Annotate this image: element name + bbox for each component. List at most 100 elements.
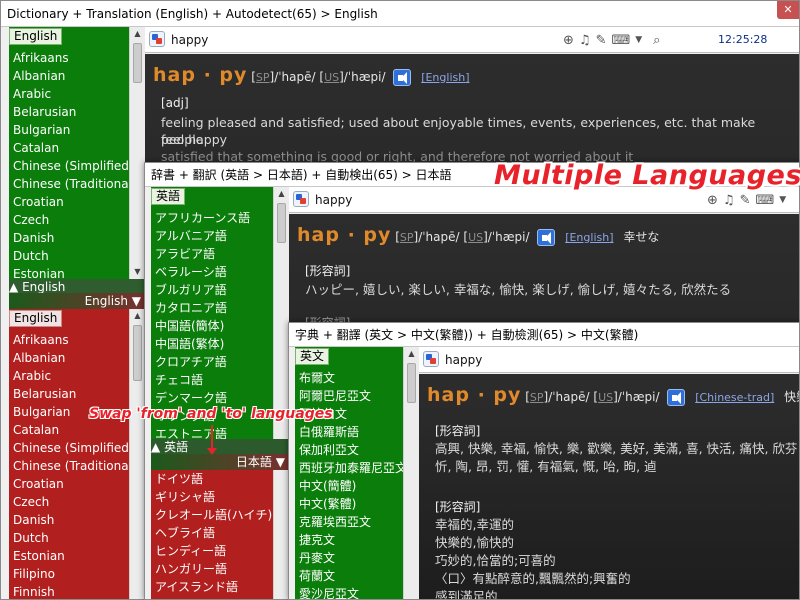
language-item[interactable]: クレオール語(ハイチ) xyxy=(151,506,275,524)
scroll-thumb[interactable] xyxy=(133,325,142,381)
language-item[interactable]: ドイツ語 xyxy=(151,470,275,488)
language-item[interactable]: アラビア語 xyxy=(151,245,275,263)
collapse-arrow-icon[interactable]: ▲ xyxy=(9,280,18,294)
language-item[interactable]: Croatian xyxy=(9,193,129,211)
language-item[interactable]: Afrikaans xyxy=(9,331,129,349)
to-language-divider[interactable]: 日本語 ▼ xyxy=(151,454,289,470)
language-item[interactable]: Arabic xyxy=(9,85,129,103)
language-item[interactable]: Czech xyxy=(9,211,129,229)
language-item[interactable]: 中国語(簡体) xyxy=(151,317,275,335)
language-item[interactable]: Chinese (Traditional) xyxy=(9,457,129,475)
language-item[interactable]: ヘブライ語 xyxy=(151,524,275,542)
to-language-divider[interactable]: English ▼ xyxy=(9,293,145,309)
language-item[interactable]: ハンガリー語 xyxy=(151,560,275,578)
language-item[interactable]: 丹麥文 xyxy=(295,549,403,567)
language-item[interactable]: 布爾文 xyxy=(295,369,403,387)
speaker-icon[interactable] xyxy=(393,69,412,86)
language-item[interactable]: Croatian xyxy=(9,475,129,493)
language-item[interactable]: ベラルーシ語 xyxy=(151,263,275,281)
language-item[interactable]: アルバニア語 xyxy=(151,227,275,245)
language-item[interactable]: 荷蘭文 xyxy=(295,567,403,585)
language-item[interactable]: Estonian xyxy=(9,547,129,565)
keyboard-icon[interactable]: ⌨ xyxy=(755,193,774,208)
bell-icon[interactable]: ♫ xyxy=(723,193,735,208)
language-item[interactable]: アフリカーンス語 xyxy=(151,209,275,227)
language-item[interactable]: Finnish xyxy=(9,583,129,599)
close-icon[interactable]: ✕ xyxy=(777,1,799,19)
lifebuoy-icon[interactable]: ⊕ xyxy=(563,33,574,48)
language-item[interactable]: カタロニア語 xyxy=(151,299,275,317)
search-input[interactable]: happy xyxy=(171,27,208,53)
speaker-icon[interactable] xyxy=(667,389,686,406)
language-item[interactable]: Catalan xyxy=(9,421,129,439)
language-item[interactable]: 西班牙加泰羅尼亞文 xyxy=(295,459,403,477)
language-item[interactable]: 中文(簡體) xyxy=(295,477,403,495)
language-item[interactable]: アイスランド語 xyxy=(151,578,275,596)
language-item[interactable]: 愛沙尼亞文 xyxy=(295,585,403,599)
language-item[interactable]: Filipino xyxy=(9,565,129,583)
language-item[interactable]: チェコ語 xyxy=(151,371,275,389)
scroll-thumb[interactable] xyxy=(277,203,286,243)
language-item[interactable]: 捷克文 xyxy=(295,531,403,549)
source-link[interactable]: English xyxy=(569,231,609,244)
from-language-selected[interactable]: 英語 xyxy=(151,188,186,205)
language-item[interactable]: Afrikaans xyxy=(9,49,129,67)
language-item[interactable]: Chinese (Simplified) xyxy=(9,439,129,457)
language-item[interactable]: Czech xyxy=(9,493,129,511)
scroll-up-arrow[interactable]: ▲ xyxy=(130,27,145,41)
dropdown-icon[interactable]: ▼ xyxy=(276,455,285,469)
language-item[interactable]: Estonian xyxy=(9,265,129,279)
language-item[interactable]: ヒンディー語 xyxy=(151,542,275,560)
language-item[interactable]: Chinese (Simplified) xyxy=(9,157,129,175)
scroll-up-arrow[interactable]: ▲ xyxy=(130,309,145,323)
bell-icon[interactable]: ♫ xyxy=(579,33,591,48)
to-scrollbar[interactable]: ▲ xyxy=(129,309,145,599)
pen-icon[interactable]: ✎ xyxy=(596,33,607,48)
language-item[interactable]: 中国語(繁体) xyxy=(151,335,275,353)
dropdown-icon[interactable]: ▼ xyxy=(132,294,141,308)
language-item[interactable]: Albanian xyxy=(9,349,129,367)
to-language-selected[interactable]: English xyxy=(9,310,63,327)
scroll-thumb[interactable] xyxy=(133,43,142,83)
language-item[interactable]: ブルガリア語 xyxy=(151,281,275,299)
from-language-selected[interactable]: English xyxy=(9,28,63,45)
language-item[interactable]: Catalan xyxy=(9,139,129,157)
scroll-down-arrow[interactable]: ▼ xyxy=(130,265,145,279)
speaker-icon[interactable] xyxy=(537,229,556,246)
search-icon[interactable]: ⌕ xyxy=(653,33,660,48)
language-item[interactable]: 阿爾巴尼亞文 xyxy=(295,387,403,405)
language-item[interactable]: 白俄羅斯語 xyxy=(295,423,403,441)
pen-icon[interactable]: ✎ xyxy=(740,193,751,208)
language-item[interactable]: Danish xyxy=(9,229,129,247)
keyboard-icon[interactable]: ⌨ xyxy=(611,33,630,48)
search-input[interactable]: happy xyxy=(445,347,482,373)
from-scrollbar[interactable]: ▲ xyxy=(403,347,419,599)
source-link[interactable]: English xyxy=(425,71,465,84)
collapse-arrow-icon[interactable]: ▲ xyxy=(151,440,160,454)
language-item[interactable]: 克羅埃西亞文 xyxy=(295,513,403,531)
dropdown-icon[interactable]: ▼ xyxy=(779,195,786,205)
scroll-thumb[interactable] xyxy=(407,363,416,403)
language-item[interactable]: Dutch xyxy=(9,529,129,547)
source-link[interactable]: Chinese-trad xyxy=(699,391,769,404)
language-item[interactable]: エストニア語 xyxy=(151,425,275,439)
language-item[interactable]: 保加利亞文 xyxy=(295,441,403,459)
search-input[interactable]: happy xyxy=(315,187,352,213)
language-item[interactable]: Dutch xyxy=(9,247,129,265)
from-language-selected[interactable]: 英文 xyxy=(295,348,330,365)
from-scrollbar[interactable]: ▲ xyxy=(273,187,289,439)
language-item[interactable]: Bulgarian xyxy=(9,121,129,139)
language-item[interactable]: 中文(繁體) xyxy=(295,495,403,513)
language-item[interactable]: Albanian xyxy=(9,67,129,85)
language-item[interactable]: Danish xyxy=(9,511,129,529)
dropdown-icon[interactable]: ▼ xyxy=(635,35,642,45)
language-item[interactable]: デンマーク語 xyxy=(151,389,275,407)
language-item[interactable]: Arabic xyxy=(9,367,129,385)
language-item[interactable]: Chinese (Traditional) xyxy=(9,175,129,193)
to-scrollbar[interactable] xyxy=(273,470,289,599)
language-item[interactable]: クロアチア語 xyxy=(151,353,275,371)
language-item[interactable]: ギリシャ語 xyxy=(151,488,275,506)
language-item[interactable]: Belarusian xyxy=(9,103,129,121)
from-scrollbar[interactable]: ▲ ▼ xyxy=(129,27,145,279)
language-item[interactable]: Belarusian xyxy=(9,385,129,403)
